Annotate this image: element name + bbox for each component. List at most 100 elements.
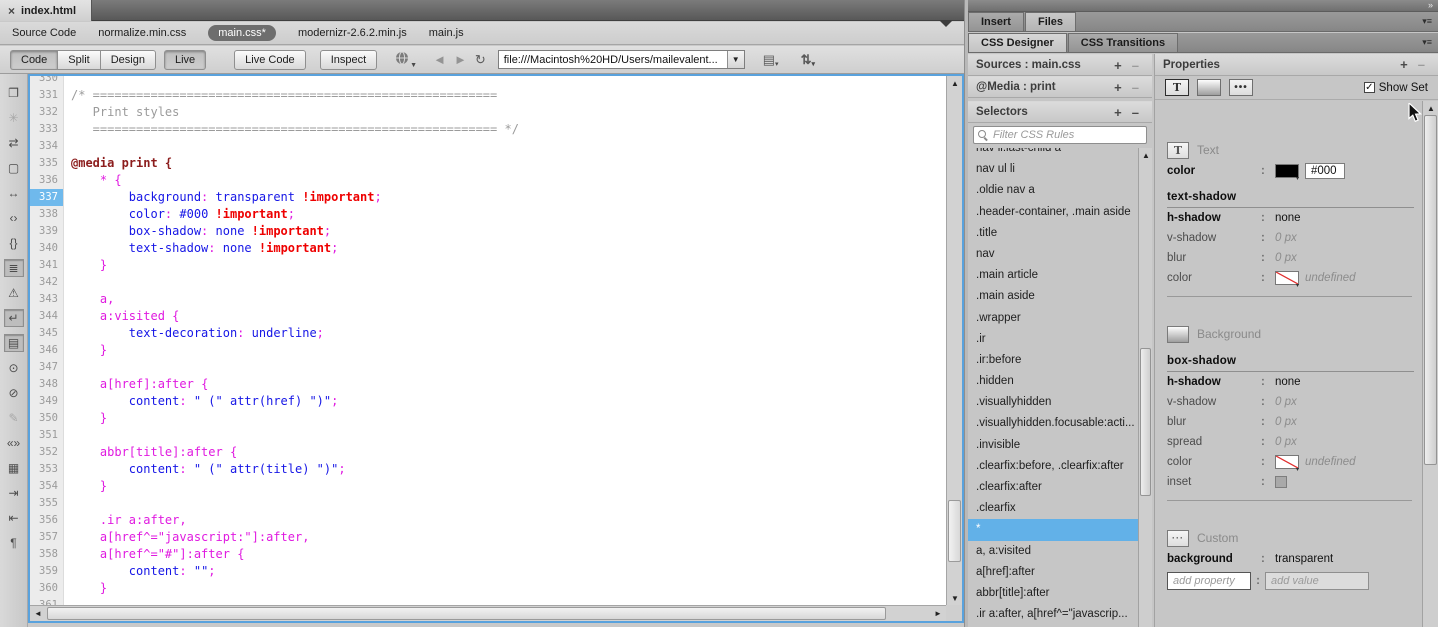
horizontal-scrollbar[interactable]: ◄ ► (30, 605, 946, 621)
tab-css-designer[interactable]: CSS Designer (968, 33, 1067, 52)
code-view-button[interactable]: Code (10, 50, 57, 70)
code-text[interactable]: } (64, 580, 107, 597)
property-value[interactable]: none (1275, 212, 1301, 224)
custom-category-icon[interactable]: ••• (1229, 79, 1253, 96)
vertical-scroll-thumb[interactable] (948, 500, 961, 562)
scroll-up-icon[interactable]: ▲ (1139, 148, 1153, 162)
selector-item[interactable]: .clearfix (968, 498, 1138, 519)
code-text[interactable]: } (64, 478, 107, 495)
selector-item[interactable]: .invisible (968, 435, 1138, 456)
expand-all-icon[interactable]: ↔ (4, 184, 24, 202)
forward-icon[interactable]: ► (450, 52, 471, 67)
background-category-icon[interactable] (1197, 79, 1221, 96)
show-set-toggle[interactable]: ✓ Show Set (1364, 82, 1428, 94)
selector-item[interactable]: .main aside (968, 286, 1138, 307)
selector-item[interactable]: nav ul li (968, 159, 1138, 180)
selector-item[interactable]: .clearfix:after (968, 477, 1138, 498)
panel-menu-icon[interactable]: ▾≡ (1422, 37, 1432, 48)
selector-item[interactable]: a, a:visited (968, 541, 1138, 562)
filter-css-rules-input[interactable]: Filter CSS Rules (973, 126, 1147, 144)
checkbox-checked-icon[interactable]: ✓ (1364, 82, 1375, 93)
selector-item[interactable]: .wrapper (968, 308, 1138, 329)
selectors-scroll-thumb[interactable] (1140, 348, 1151, 496)
scroll-left-icon[interactable]: ◄ (30, 606, 46, 620)
add-media-button[interactable]: + (1109, 80, 1127, 95)
selector-item[interactable]: nav (968, 244, 1138, 265)
selector-item[interactable]: nav li:last-child a (968, 148, 1138, 159)
selector-item[interactable]: .title (968, 223, 1138, 244)
code-text[interactable]: text-decoration: underline; (64, 325, 324, 342)
code-text[interactable]: * { (64, 172, 122, 189)
background-icon[interactable] (1167, 326, 1189, 343)
code-text[interactable]: content: ""; (64, 563, 216, 580)
horizontal-scroll-thumb[interactable] (47, 607, 886, 620)
collapse-selection-icon[interactable]: ▢ (4, 159, 24, 177)
code-text[interactable] (64, 74, 71, 87)
inspect-button[interactable]: Inspect (320, 50, 377, 70)
properties-scrollbar[interactable]: ▲ (1422, 101, 1438, 627)
property-value[interactable]: transparent (1275, 553, 1333, 565)
property-value[interactable]: undefined (1305, 272, 1356, 284)
text-category-icon[interactable]: T (1165, 79, 1189, 96)
add-property-button[interactable]: + (1395, 57, 1413, 72)
scroll-down-icon[interactable]: ▼ (947, 591, 963, 605)
color-swatch[interactable]: ▾ (1275, 164, 1299, 178)
code-text[interactable]: content: " (" attr(href) ")"; (64, 393, 338, 410)
code-text[interactable]: content: " (" attr(title) ")"; (64, 461, 346, 478)
code-text[interactable] (64, 495, 71, 512)
view-options-icon[interactable]: ▤▾ (759, 52, 783, 68)
design-view-button[interactable]: Design (100, 50, 156, 70)
text-icon[interactable]: T (1167, 142, 1189, 159)
syntax-error-alerts-icon[interactable]: ▤ (4, 334, 24, 352)
custom-icon[interactable]: ··· (1167, 530, 1189, 547)
code-text[interactable]: ========================================… (64, 121, 519, 138)
color-value-field[interactable]: #000 (1305, 163, 1345, 179)
remove-property-button[interactable]: – (1413, 57, 1430, 72)
code-text[interactable]: } (64, 257, 107, 274)
word-wrap-icon[interactable]: ↵ (4, 309, 24, 327)
scroll-right-icon[interactable]: ► (930, 606, 946, 620)
format-source-code-icon[interactable]: ¶ (4, 534, 24, 552)
code-text[interactable]: box-shadow: none !important; (64, 223, 331, 240)
code-view[interactable]: 330331/* ===============================… (28, 74, 964, 623)
tab-css-transitions[interactable]: CSS Transitions (1068, 33, 1178, 52)
selector-item[interactable]: abbr[title]:after (968, 583, 1138, 604)
add-source-button[interactable]: + (1109, 58, 1127, 73)
selector-item[interactable]: .ir a:after, a[href^="javascrip... (968, 604, 1138, 625)
code-text[interactable] (64, 274, 71, 291)
document-tab[interactable]: × index.html (0, 0, 92, 21)
add-property-input[interactable]: add property (1167, 572, 1251, 590)
undefined-color-swatch[interactable]: ▾ (1275, 271, 1299, 285)
selector-item[interactable]: .main article (968, 265, 1138, 286)
code-text[interactable] (64, 427, 71, 444)
highlight-invalid-code-icon[interactable]: ⚠ (4, 284, 24, 302)
split-view-button[interactable]: Split (57, 50, 99, 70)
outdent-code-icon[interactable]: ⇤ (4, 509, 24, 527)
collapse-full-tag-icon[interactable]: ⇄ (4, 134, 24, 152)
code-text[interactable]: a[href^="#"]:after { (64, 546, 244, 563)
property-value[interactable]: undefined (1305, 456, 1356, 468)
selector-item[interactable]: * (968, 519, 1138, 540)
tab-files[interactable]: Files (1025, 12, 1076, 31)
remove-media-button[interactable]: – (1127, 80, 1144, 95)
selector-item[interactable]: .header-container, .main aside (968, 202, 1138, 223)
remove-comment-icon[interactable]: ⊘ (4, 384, 24, 402)
code-text[interactable]: a[href^="javascript:"]:after, (64, 529, 309, 546)
code-text[interactable]: Print styles (64, 104, 179, 121)
preview-in-browser-globe-icon[interactable]: ▼ (391, 51, 421, 69)
code-text[interactable]: @media print { (64, 155, 172, 172)
related-file-main-css[interactable]: main.css* (208, 25, 276, 41)
code-text[interactable]: color: #000 !important; (64, 206, 295, 223)
filter-related-files-icon[interactable] (939, 27, 953, 39)
selector-item[interactable]: .clearfix:before, .clearfix:after (968, 456, 1138, 477)
scroll-up-icon[interactable]: ▲ (947, 76, 963, 90)
indent-code-icon[interactable]: ⇥ (4, 484, 24, 502)
property-value[interactable]: 0 px (1275, 416, 1297, 428)
apply-comment-icon[interactable]: ⊙ (4, 359, 24, 377)
code-text[interactable]: abbr[title]:after { (64, 444, 237, 461)
property-value[interactable]: none (1275, 376, 1301, 388)
move-convert-css-icon[interactable]: ▦ (4, 459, 24, 477)
live-code-button[interactable]: Live Code (234, 50, 306, 70)
refresh-icon[interactable]: ↻ (471, 52, 490, 68)
property-value[interactable]: 0 px (1275, 232, 1297, 244)
